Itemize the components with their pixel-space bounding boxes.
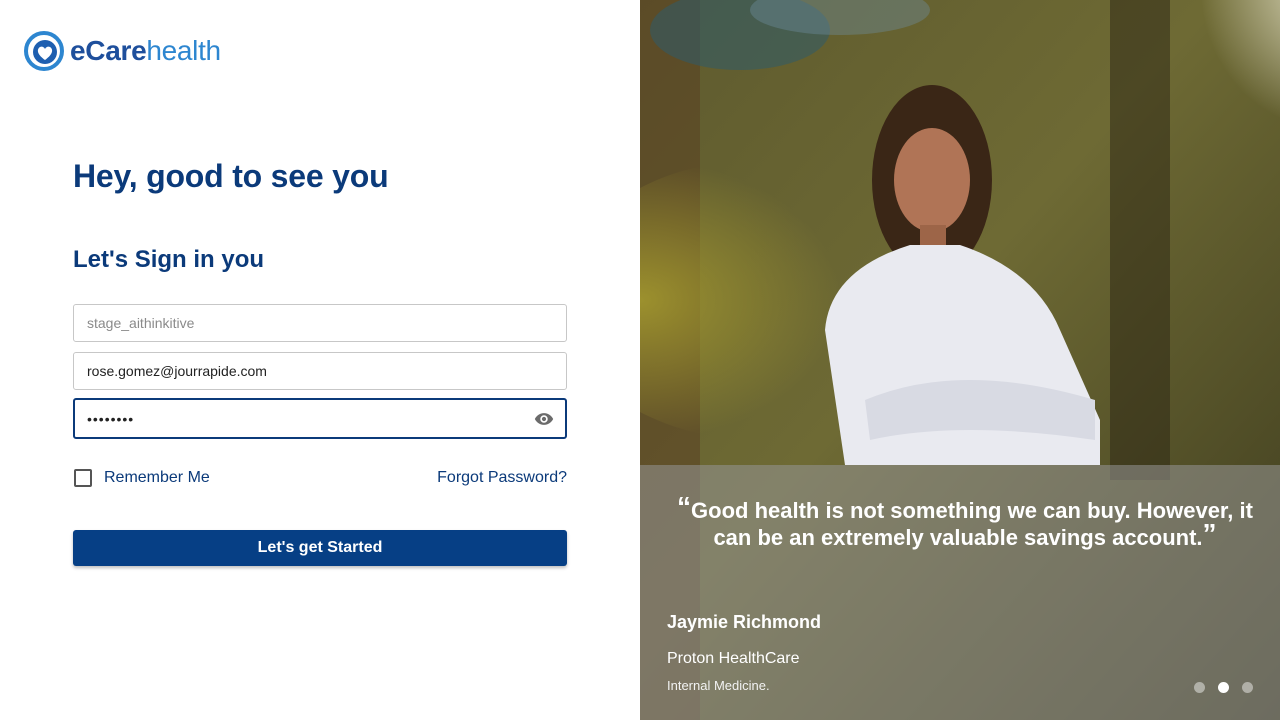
brand-name: eCarehealth <box>70 35 221 66</box>
forgot-password-link[interactable]: Forgot Password? <box>437 469 567 487</box>
eye-icon[interactable] <box>533 409 555 429</box>
login-panel: eCarehealth Hey, good to see you Let's S… <box>0 0 640 720</box>
tenant-field[interactable] <box>73 304 567 342</box>
testimonial-organization: Proton HealthCare <box>667 650 800 667</box>
carousel-dot-2[interactable] <box>1218 682 1229 693</box>
remember-me-checkbox[interactable] <box>74 469 92 487</box>
remember-me-label: Remember Me <box>104 469 210 486</box>
testimonial-panel: “Good health is not something we can buy… <box>640 0 1280 720</box>
email-input[interactable] <box>87 363 527 379</box>
get-started-button[interactable]: Let's get Started <box>73 530 567 566</box>
carousel-dots <box>1194 682 1266 693</box>
testimonial-quote: “Good health is not something we can buy… <box>677 491 1253 551</box>
tenant-input[interactable] <box>87 315 527 331</box>
testimonial-specialty: Internal Medicine. <box>667 678 770 693</box>
heart-logo-icon <box>24 31 64 71</box>
remember-me[interactable]: Remember Me <box>74 469 210 487</box>
testimonial-author: Jaymie Richmond <box>667 612 822 632</box>
form-subtitle: Let's Sign in you <box>73 246 265 273</box>
page-title: Hey, good to see you <box>73 158 389 194</box>
email-field[interactable] <box>73 352 567 390</box>
password-field[interactable]: •••••••• <box>73 398 567 439</box>
password-input[interactable]: •••••••• <box>87 411 134 427</box>
carousel-dot-3[interactable] <box>1242 682 1253 693</box>
carousel-dot-1[interactable] <box>1194 682 1205 693</box>
brand-logo[interactable]: eCarehealth <box>24 31 221 71</box>
